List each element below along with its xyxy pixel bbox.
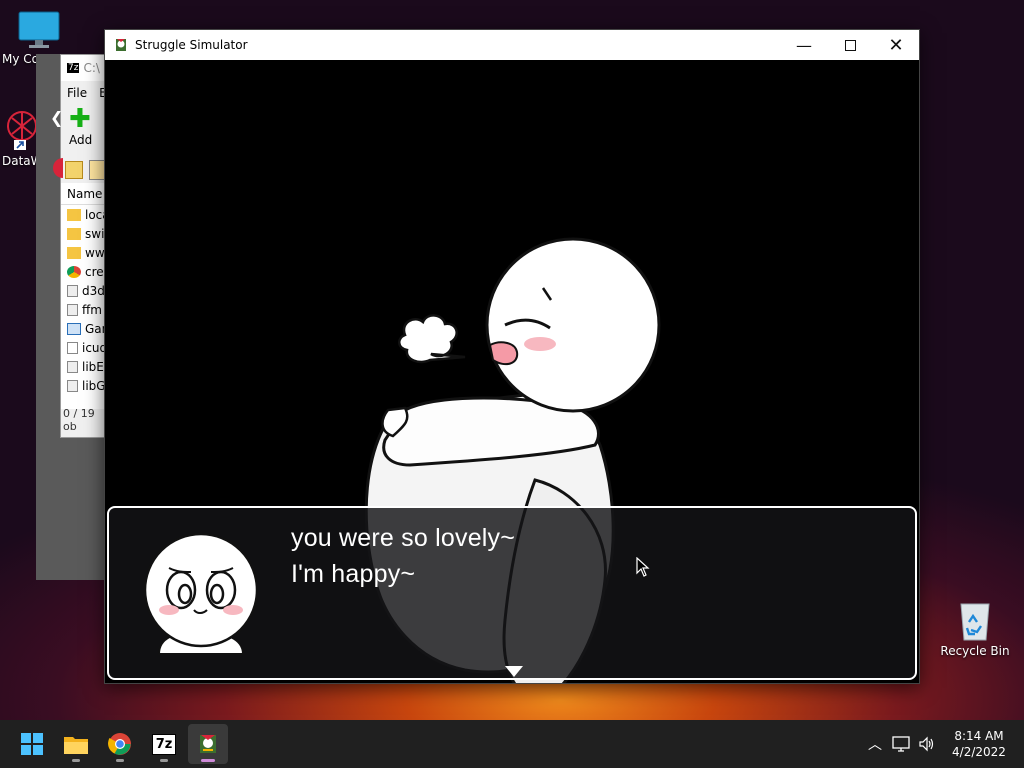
up-folder-icon[interactable]	[65, 161, 83, 179]
maximize-icon	[844, 39, 856, 51]
struggle-simulator-icon	[200, 735, 216, 753]
dll-file-icon	[67, 284, 78, 297]
dialog-box[interactable]: you were so lovely~ I'm happy~	[107, 506, 917, 680]
maximize-button[interactable]	[827, 30, 873, 60]
minimize-button[interactable]: —	[781, 30, 827, 60]
folder-icon	[67, 246, 81, 259]
game-stage[interactable]: you were so lovely~ I'm happy~	[105, 60, 919, 683]
menu-file[interactable]: File	[67, 86, 87, 100]
exe-file-icon	[67, 322, 81, 335]
running-indicator	[160, 759, 168, 762]
character-portrait-icon	[143, 532, 259, 655]
dll-file-icon	[67, 303, 78, 316]
game-window-title: Struggle Simulator	[135, 38, 248, 52]
volume-icon-button[interactable]	[914, 736, 940, 752]
close-icon: ✕	[888, 34, 904, 56]
network-icon-button[interactable]	[888, 736, 914, 752]
file-icon	[67, 341, 78, 354]
dataw-icon	[7, 111, 37, 150]
running-indicator	[72, 759, 80, 762]
chrome-icon	[108, 733, 131, 755]
desktop-icon-recycle-bin[interactable]: Recycle Bin	[938, 598, 1012, 658]
desktop-icon-label: DataW	[2, 154, 43, 168]
file-explorer-icon	[64, 737, 88, 754]
dll-file-icon	[67, 360, 78, 373]
game-window[interactable]: Struggle Simulator — ✕ you were so lovel…	[104, 29, 920, 684]
close-button[interactable]: ✕	[873, 30, 919, 60]
clock-date: 4/2/2022	[952, 745, 1006, 759]
show-hidden-icons-button[interactable]: ︿	[862, 734, 888, 754]
running-indicator	[201, 759, 215, 762]
7zip-icon: 7z	[151, 733, 177, 755]
start-button[interactable]	[12, 724, 52, 764]
start-icon	[21, 733, 43, 755]
running-indicator	[116, 759, 124, 762]
zip-window-title: C:\	[83, 61, 100, 75]
advance-arrow-icon[interactable]	[505, 666, 523, 677]
chrome-file-icon	[67, 265, 81, 278]
desktop-icon-dataw[interactable]: DataW	[0, 106, 43, 168]
folder-icon	[67, 227, 81, 240]
clock-time: 8:14 AM	[954, 729, 1004, 743]
mouse-cursor-icon	[636, 557, 650, 577]
show-desktop-button[interactable]	[1018, 720, 1024, 768]
dialog-line-2: I'm happy~	[291, 560, 416, 588]
7zip-app-icon: 7z	[67, 63, 80, 73]
taskbar-chrome[interactable]	[100, 724, 140, 764]
network-icon	[892, 736, 910, 752]
monitor-icon	[18, 11, 60, 48]
game-titlebar[interactable]: Struggle Simulator — ✕	[105, 30, 919, 60]
taskbar-struggle-simulator[interactable]	[188, 724, 228, 764]
volume-icon	[919, 736, 934, 752]
desktop-icon-label: Recycle Bin	[940, 644, 1010, 658]
recycle-bin-icon	[960, 603, 990, 641]
folder-icon	[67, 208, 81, 221]
back-arrow-icon[interactable]: ❮	[50, 108, 63, 127]
struggle-simulator-app-icon	[116, 39, 126, 51]
chevron-up-icon: ︿	[868, 737, 882, 753]
taskbar: 7z ︿ 8:14 AM 4/2/2022	[0, 720, 1024, 768]
taskbar-7zip[interactable]: 7z	[144, 724, 184, 764]
taskbar-file-explorer[interactable]	[56, 724, 96, 764]
minimize-icon: —	[796, 35, 812, 55]
system-tray: ︿ 8:14 AM 4/2/2022	[862, 720, 1024, 768]
dialog-line-1: you were so lovely~	[291, 524, 516, 552]
dll-file-icon	[67, 379, 78, 392]
taskbar-clock[interactable]: 8:14 AM 4/2/2022	[940, 728, 1018, 760]
